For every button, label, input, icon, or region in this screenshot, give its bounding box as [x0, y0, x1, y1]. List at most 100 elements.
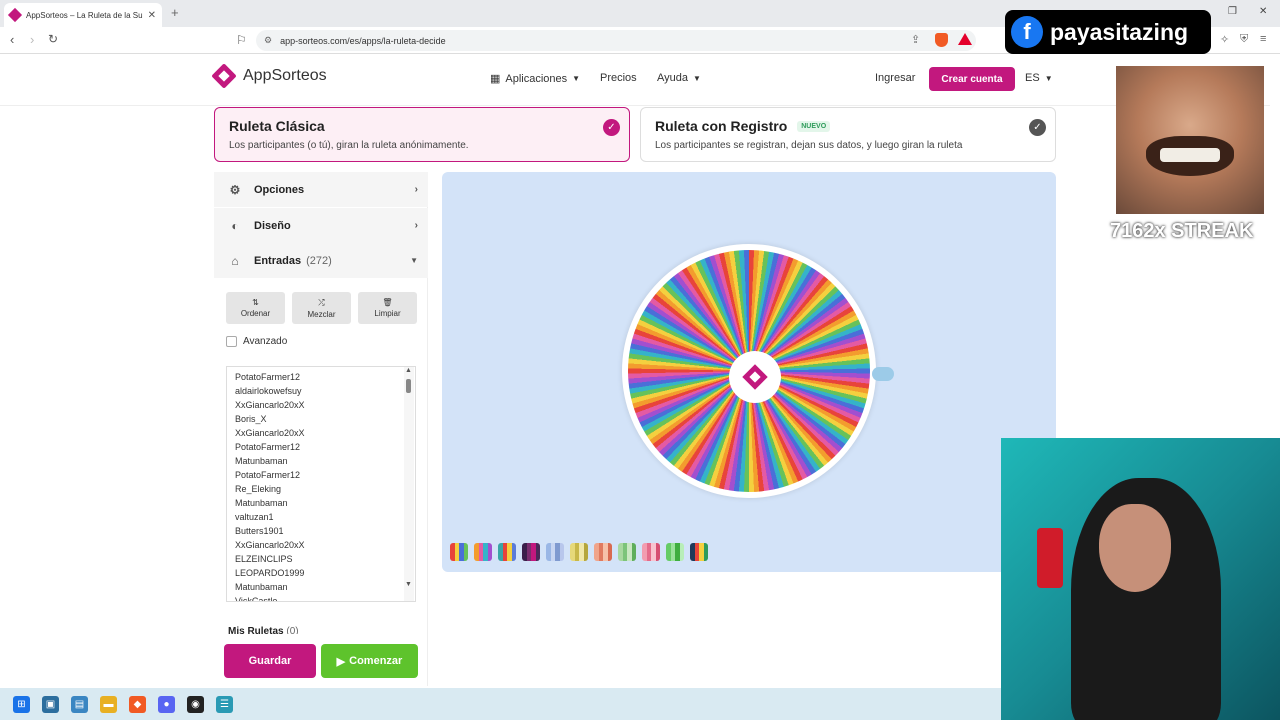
limpiar-button[interactable]: 🗑 Limpiar: [358, 292, 417, 324]
mode-description: Los participantes (o tú), giran la rulet…: [229, 140, 469, 151]
nav-precios[interactable]: Precios: [600, 72, 637, 84]
brave-browser-icon[interactable]: ◆: [129, 695, 146, 713]
accordion-label: Diseño: [254, 219, 291, 232]
palette-swatch[interactable]: [666, 543, 684, 561]
roulette-wheel[interactable]: [628, 250, 870, 492]
avanzado-checkbox[interactable]: Avanzado: [226, 336, 287, 347]
discord-icon[interactable]: ●: [158, 695, 175, 713]
facebook-badge: f payasitazing: [1005, 10, 1211, 54]
language-select[interactable]: ES ▼: [1025, 72, 1053, 84]
ordenar-button[interactable]: ⇅ Ordenar: [226, 292, 285, 324]
wheel-rim: [622, 244, 876, 498]
url-text: app-sorteos.com/es/apps/la-ruleta-decide: [280, 35, 446, 46]
palette-swatch[interactable]: [618, 543, 636, 561]
accordion-diseno[interactable]: ◐ Diseño ›: [214, 208, 428, 243]
accordion-mis-ruletas[interactable]: Mis Ruletas (0): [228, 626, 299, 634]
mode-description: Los participantes se registran, dejan su…: [655, 140, 963, 151]
chevron-right-icon: ›: [414, 184, 418, 195]
browser-tab[interactable]: AppSorteos – La Ruleta de la Su ✕: [4, 3, 162, 27]
list-item: Matunbaman: [235, 498, 288, 508]
accordion-label: Opciones: [254, 183, 305, 196]
accordion-label: Entradas: [254, 254, 302, 267]
palette-swatch[interactable]: [594, 543, 612, 561]
streak-counter: 7162x STREAK: [1110, 220, 1254, 242]
guardar-button[interactable]: Guardar: [224, 644, 316, 678]
nav-aplicaciones[interactable]: ▦ Aplicaciones ▼: [490, 72, 581, 86]
palette-swatch[interactable]: [474, 543, 492, 561]
palette-swatch[interactable]: [570, 543, 588, 561]
microphone-shape: [1037, 528, 1063, 588]
brave-rewards-icon[interactable]: [958, 33, 972, 45]
list-item: PotatoFarmer12: [235, 470, 301, 480]
tab-title: AppSorteos – La Ruleta de la Su: [26, 10, 143, 20]
back-icon[interactable]: ‹: [10, 32, 14, 47]
mode-title: Ruleta Clásica: [229, 118, 325, 134]
file-explorer-icon[interactable]: ▬: [100, 695, 117, 713]
mezclar-button[interactable]: ⤮ Mezclar: [292, 292, 351, 324]
mode-card-clasica[interactable]: Ruleta Clásica Los participantes (o tú),…: [214, 107, 630, 162]
palette-swatch[interactable]: [642, 543, 660, 561]
gear-icon: ⚙: [229, 182, 241, 197]
list-item: LEOPARDO1999: [235, 568, 305, 578]
palette-swatch[interactable]: [450, 543, 468, 561]
url-field[interactable]: ⚙ app-sorteos.com/es/apps/la-ruleta-deci…: [256, 30, 976, 51]
avanzado-label: Avanzado: [243, 336, 288, 347]
logo-text: AppSorteos: [243, 67, 327, 84]
nav-ayuda-label: Ayuda: [657, 72, 688, 84]
scroll-thumb[interactable]: [406, 379, 411, 393]
palette-swatch[interactable]: [546, 543, 564, 561]
comenzar-button[interactable]: ▶ Comenzar: [321, 644, 418, 678]
nav-ayuda[interactable]: Ayuda ▼: [657, 72, 701, 84]
palette-swatch[interactable]: [690, 543, 708, 561]
close-window-icon[interactable]: ✕: [1259, 6, 1267, 17]
accordion-entradas[interactable]: ⌂ Entradas (272) ▼: [214, 243, 428, 278]
palette-icon: ◐: [231, 218, 239, 233]
maximize-icon[interactable]: ❐: [1228, 6, 1237, 17]
crear-cuenta-button[interactable]: Crear cuenta: [929, 67, 1015, 91]
forward-icon[interactable]: ›: [30, 32, 34, 47]
notepad-icon[interactable]: ☰: [216, 695, 233, 713]
entries-textarea[interactable]: PotatoFarmer12 aldairlokowefsuy XxGiancarl…: [226, 366, 416, 602]
windows-start-icon[interactable]: ⊞: [13, 695, 30, 713]
brave-shields-icon[interactable]: [935, 33, 948, 47]
obs-icon[interactable]: ◉: [187, 695, 204, 713]
sort-icon: ⇅: [252, 298, 259, 307]
entries-scrollbar[interactable]: ▲ ▼: [404, 367, 414, 601]
check-icon: ✓: [1029, 119, 1046, 136]
scroll-up-icon[interactable]: ▲: [405, 367, 412, 374]
mode-card-registro[interactable]: Ruleta con Registro NUEVO Los participan…: [640, 107, 1056, 162]
checkbox-box[interactable]: [226, 336, 237, 347]
appsorteos-logo-icon: [211, 63, 237, 89]
new-tab-icon[interactable]: +: [171, 5, 179, 20]
nav-aplicaciones-label: Aplicaciones: [505, 72, 568, 85]
entries-list: PotatoFarmer12 aldairlokowefsuy XxGiancarl…: [227, 367, 415, 601]
header-divider: [0, 105, 1270, 106]
nav-ingresar[interactable]: Ingresar: [875, 72, 915, 84]
bookmark-icon[interactable]: ⚐: [236, 33, 247, 47]
meme-image: [1116, 66, 1264, 214]
palette-swatch[interactable]: [522, 543, 540, 561]
chevron-down-icon: ▼: [572, 74, 581, 83]
facebook-icon: f: [1011, 16, 1043, 48]
mis-ruletas-count: (0): [286, 626, 299, 634]
site-logo[interactable]: AppSorteos: [211, 63, 327, 89]
wheel-hub[interactable]: [729, 351, 781, 403]
desktop-app-icon[interactable]: ▤: [71, 695, 88, 713]
vpn-icon[interactable]: ⛨: [1240, 33, 1248, 46]
site-info-icon[interactable]: ⚙: [264, 35, 272, 46]
list-item: valtuzan1: [235, 512, 274, 522]
list-item: PotatoFarmer12: [235, 372, 301, 382]
menu-icon[interactable]: ≡: [1260, 33, 1266, 45]
share-icon[interactable]: ⇪: [911, 33, 920, 46]
reload-icon[interactable]: ↻: [48, 32, 58, 46]
accordion-opciones[interactable]: ⚙ Opciones ›: [214, 172, 428, 207]
close-tab-icon[interactable]: ✕: [148, 10, 156, 21]
list-item: Re_Eleking: [235, 484, 282, 494]
scroll-down-icon[interactable]: ▼: [405, 581, 412, 588]
palette-selector: [450, 543, 708, 561]
extensions-icon[interactable]: ✧: [1220, 33, 1229, 46]
streamer-face: [1099, 504, 1171, 592]
task-view-icon[interactable]: ▣: [42, 695, 59, 713]
palette-swatch[interactable]: [498, 543, 516, 561]
list-item: ELZEINCLIPS: [235, 554, 293, 564]
